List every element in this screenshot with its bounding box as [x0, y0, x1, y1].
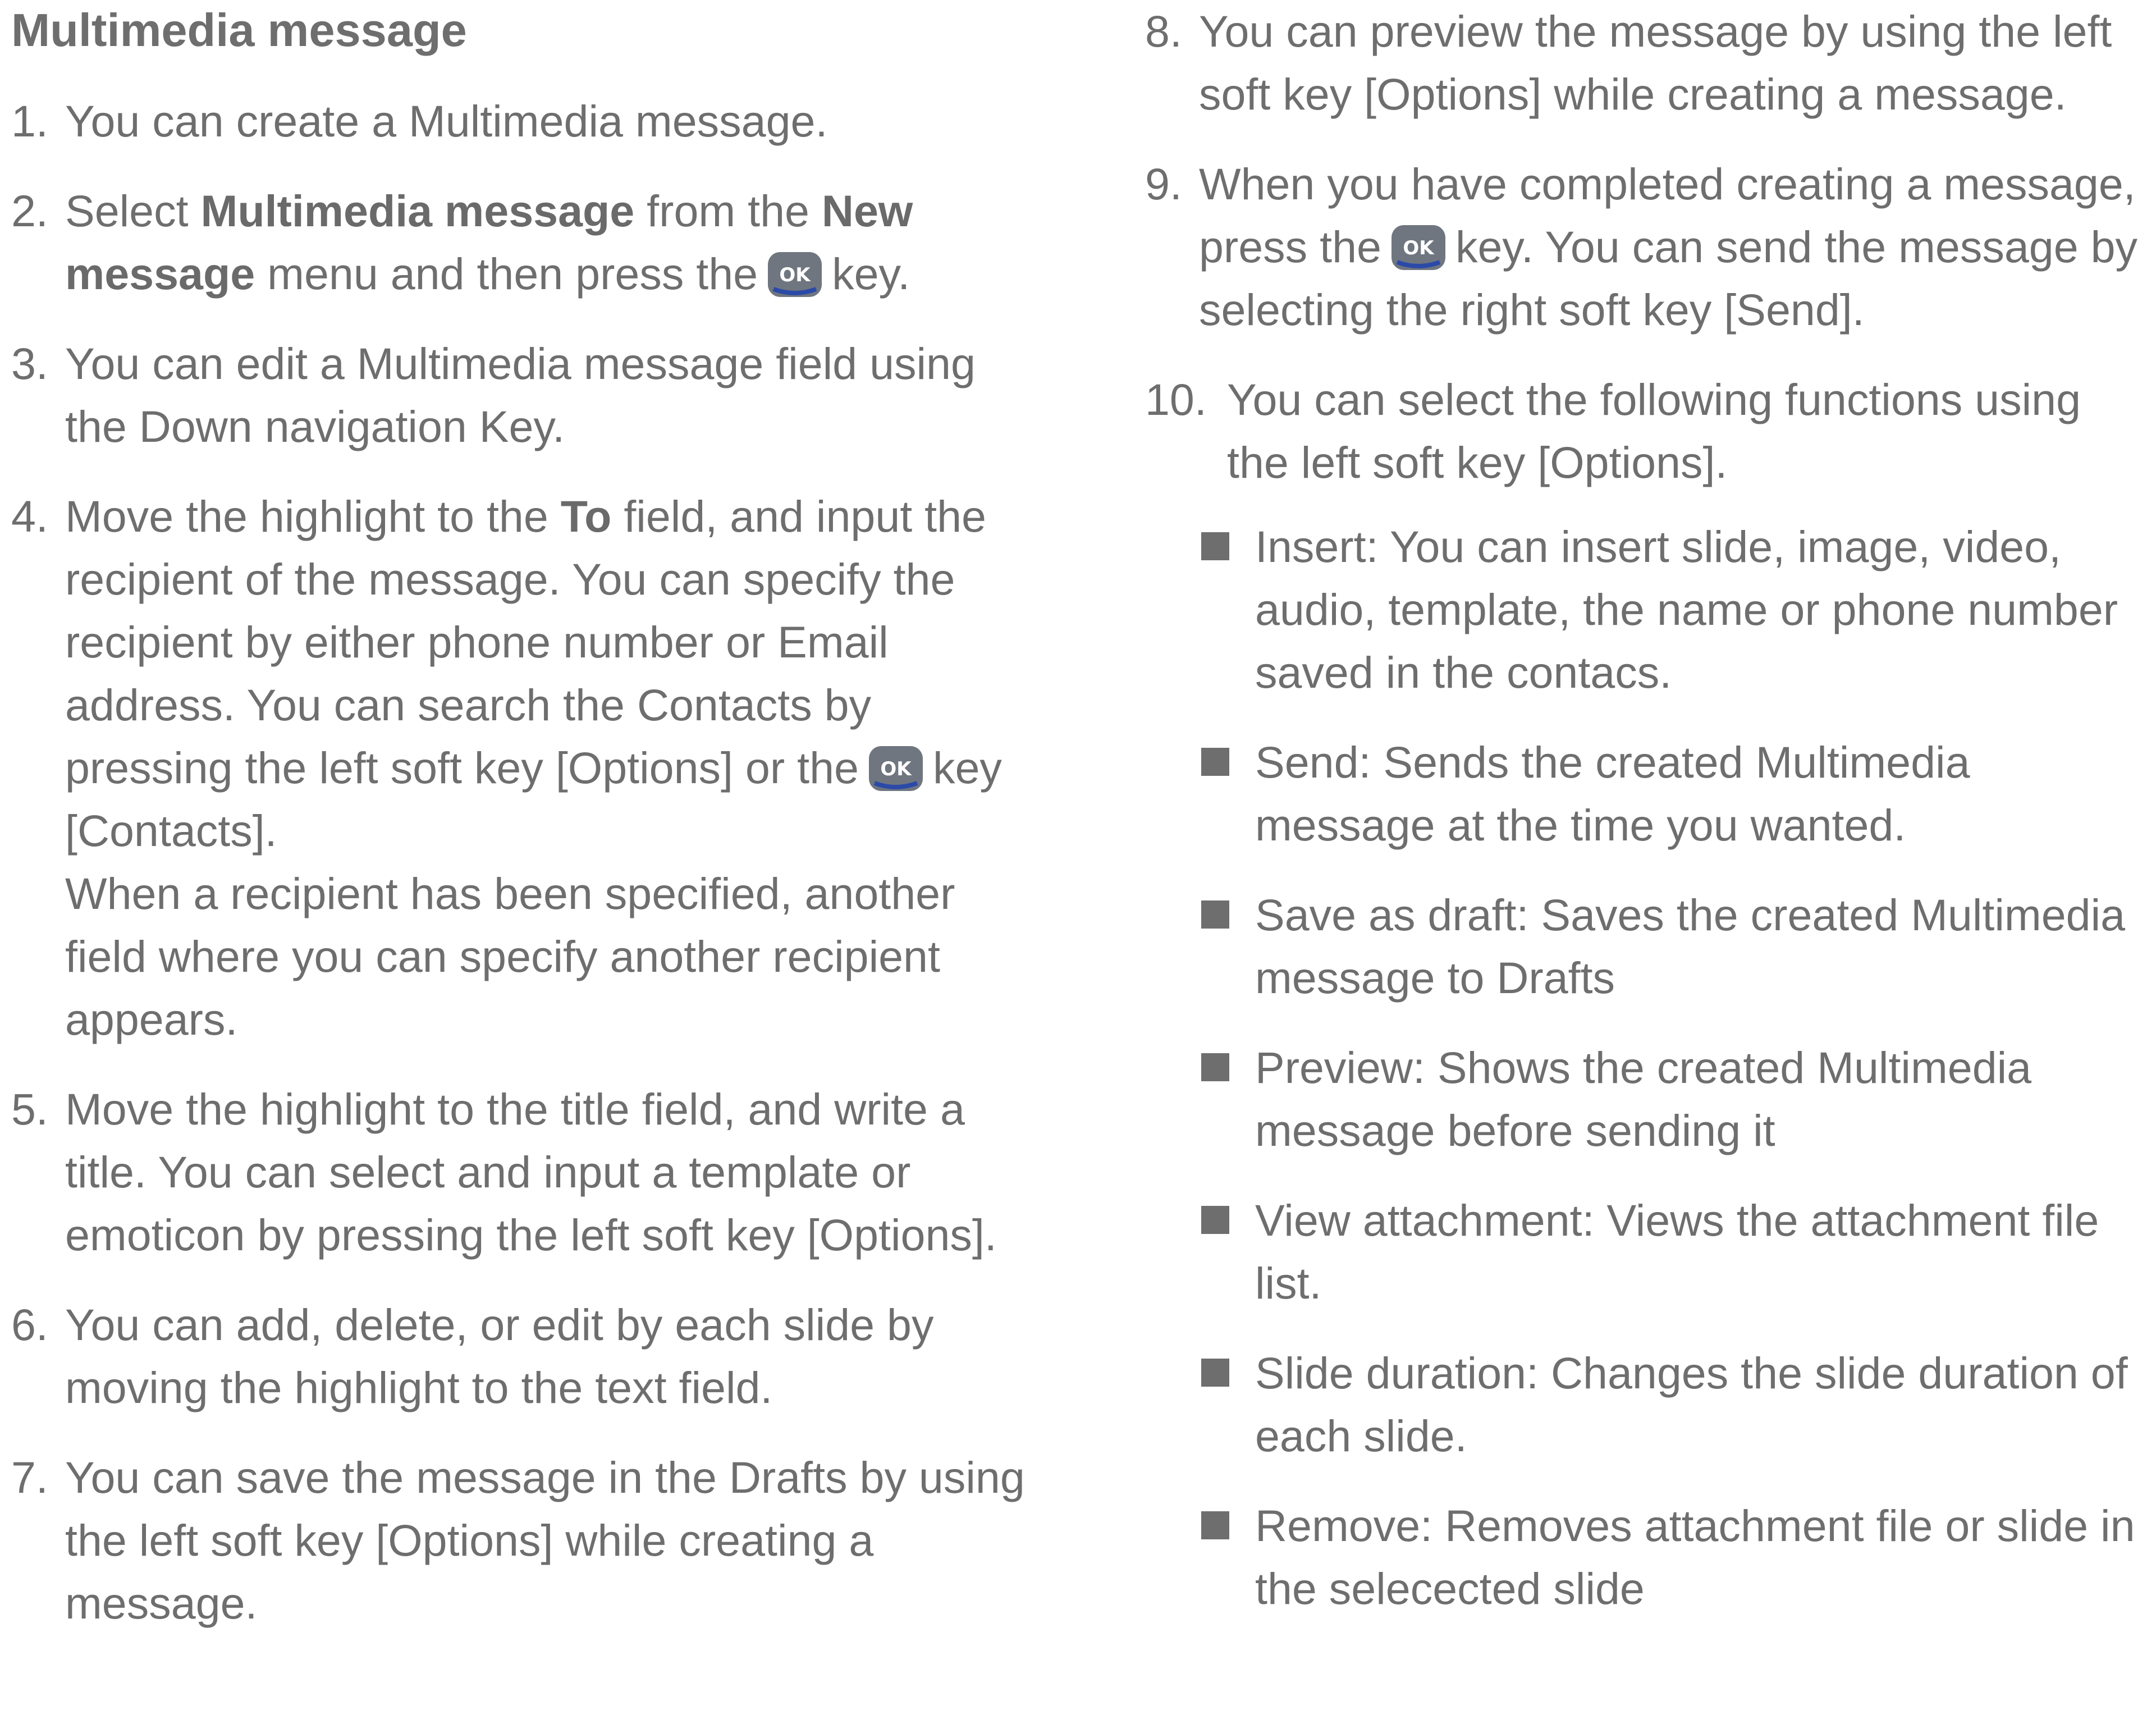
- step-text: You can add, delete, or edit by each sli…: [65, 1300, 934, 1412]
- svg-text:OK: OK: [1403, 237, 1435, 259]
- bullet-text: Insert: You can insert slide, image, vid…: [1255, 522, 2118, 697]
- left-column: Multimedia message 1. You can create a M…: [11, 0, 1033, 1662]
- options-function-list: Insert: You can insert slide, image, vid…: [1201, 515, 2150, 1620]
- list-item-send: Send: Sends the created Multimedia messa…: [1201, 731, 2150, 857]
- square-bullet-icon: [1201, 1206, 1229, 1234]
- step-number: 1.: [11, 96, 48, 146]
- step-text: You can edit a Multimedia message field …: [65, 339, 976, 451]
- step-text: You can save the message in the Drafts b…: [65, 1452, 1025, 1628]
- bullet-text: Save as draft: Saves the created Multime…: [1255, 890, 2126, 1003]
- bullet-text: Send: Sends the created Multimedia messa…: [1255, 737, 1970, 850]
- step-2: 2. Select Multimedia message from the Ne…: [11, 180, 1033, 305]
- svg-text:OK: OK: [880, 758, 912, 780]
- square-bullet-icon: [1201, 1359, 1229, 1387]
- step-8: 8. You can preview the message by using …: [1145, 0, 2150, 126]
- step-number: 10.: [1145, 374, 1207, 424]
- step-text: Select: [65, 186, 201, 236]
- square-bullet-icon: [1201, 748, 1229, 776]
- step-number: 4.: [11, 491, 48, 541]
- list-item-preview: Preview: Shows the created Multimedia me…: [1201, 1036, 2150, 1162]
- menu-name-multimedia-message: Multimedia message: [200, 186, 635, 236]
- list-item-slide-duration: Slide duration: Changes the slide durati…: [1201, 1342, 2150, 1467]
- bullet-text: View attachment: Views the attachment fi…: [1255, 1195, 2099, 1308]
- step-number: 6.: [11, 1300, 48, 1350]
- step-10: 10. You can select the following functio…: [1145, 368, 2150, 494]
- list-item-save-as-draft: Save as draft: Saves the created Multime…: [1201, 884, 2150, 1009]
- square-bullet-icon: [1201, 532, 1229, 560]
- step-3: 3. You can edit a Multimedia message fie…: [11, 332, 1033, 458]
- step-4: 4. Move the highlight to the To field, a…: [11, 485, 1033, 1051]
- ok-key-icon: OK: [868, 746, 923, 791]
- step-text: key.: [832, 249, 910, 299]
- bullet-text: Slide duration: Changes the slide durati…: [1255, 1348, 2128, 1461]
- step-1: 1. You can create a Multimedia message.: [11, 90, 1033, 153]
- step-6: 6. You can add, delete, or edit by each …: [11, 1293, 1033, 1419]
- ok-key-icon: OK: [1391, 225, 1445, 270]
- square-bullet-icon: [1201, 1511, 1229, 1539]
- step-text: from the: [634, 186, 822, 236]
- step-number: 2.: [11, 186, 48, 236]
- step-text: menu and then press the: [255, 249, 758, 299]
- section-title: Multimedia message: [11, 4, 467, 56]
- step-text: You can select the following functions u…: [1227, 374, 2081, 487]
- list-item-view-attachment: View attachment: Views the attachment fi…: [1201, 1189, 2150, 1315]
- step-9: 9. When you have completed creating a me…: [1145, 153, 2150, 341]
- step-5: 5. Move the highlight to the title field…: [11, 1078, 1033, 1267]
- bullet-text: Preview: Shows the created Multimedia me…: [1255, 1043, 2032, 1155]
- step-text: Move the highlight to the: [65, 491, 561, 541]
- field-name-to: To: [560, 491, 612, 541]
- bullet-text: Remove: Removes attachment file or slide…: [1255, 1501, 2135, 1613]
- square-bullet-icon: [1201, 900, 1229, 929]
- list-item-insert: Insert: You can insert slide, image, vid…: [1201, 515, 2150, 704]
- step-number: 7.: [11, 1452, 48, 1502]
- svg-text:OK: OK: [780, 264, 812, 286]
- step-number: 8.: [1145, 6, 1182, 56]
- step-text: Move the highlight to the title field, a…: [65, 1084, 997, 1260]
- step-number: 9.: [1145, 159, 1182, 209]
- step-7: 7. You can save the message in the Draft…: [11, 1446, 1033, 1635]
- step-text: You can create a Multimedia message.: [65, 96, 828, 146]
- step-text: You can preview the message by using the…: [1199, 6, 2112, 119]
- square-bullet-icon: [1201, 1053, 1229, 1081]
- step-note: When a recipient has been specified, ano…: [65, 868, 955, 1044]
- list-item-remove: Remove: Removes attachment file or slide…: [1201, 1494, 2150, 1620]
- step-number: 5.: [11, 1084, 48, 1134]
- ok-key-icon: OK: [768, 252, 822, 297]
- step-number: 3.: [11, 339, 48, 388]
- right-column: 8. You can preview the message by using …: [1145, 0, 2150, 1647]
